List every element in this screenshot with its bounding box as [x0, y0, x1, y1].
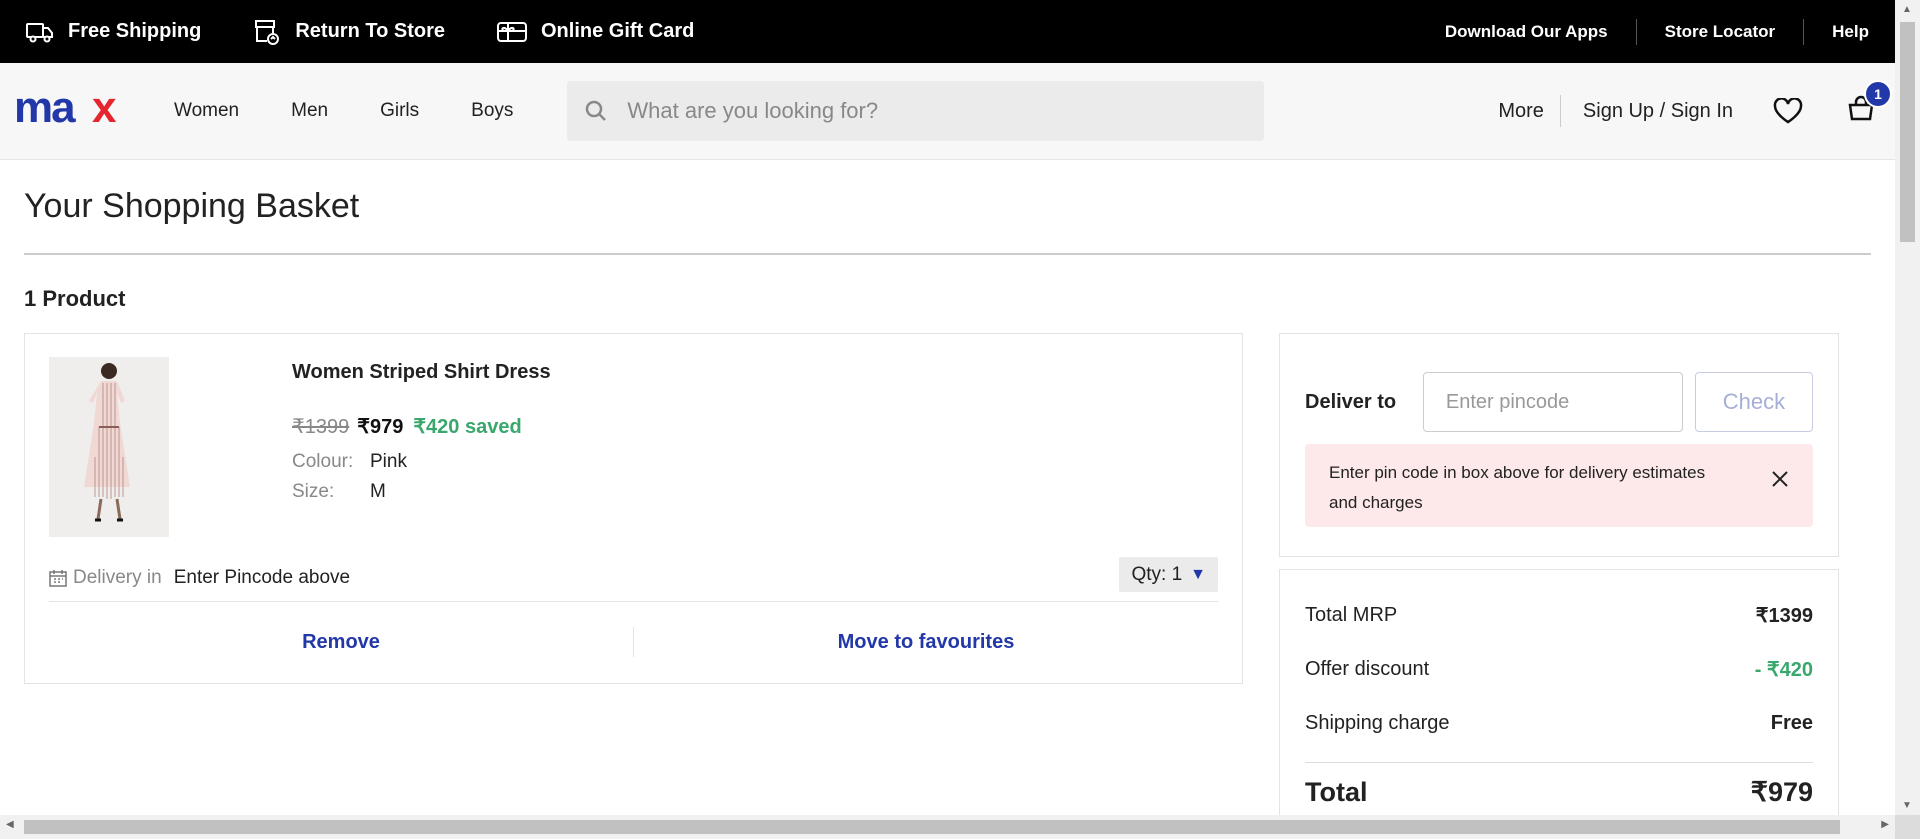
svg-text:ma: ma: [14, 92, 76, 126]
close-icon[interactable]: [1771, 470, 1789, 488]
store-locator-link[interactable]: Store Locator: [1635, 18, 1804, 45]
deliver-to-card: Deliver to Check Enter pin code in box a…: [1279, 333, 1839, 557]
selling-price: ₹979: [357, 416, 404, 438]
pincode-alert-text: Enter pin code in box above for delivery…: [1329, 463, 1706, 512]
colour-value: Pink: [370, 451, 407, 472]
vertical-scrollbar[interactable]: ▲ ▼: [1895, 0, 1920, 815]
summary-value: ₹1399: [1755, 604, 1813, 627]
product-name[interactable]: Women Striped Shirt Dress: [292, 361, 1218, 384]
calendar-icon: [49, 569, 67, 587]
item-info: Women Striped Shirt Dress ₹1399 ₹979 ₹420 …: [292, 361, 1218, 503]
utility-links: Download Our Apps Store Locator Help: [1417, 18, 1869, 45]
dropdown-arrow-icon: ▼: [1190, 565, 1206, 583]
summary-label: Total MRP: [1305, 603, 1398, 626]
scroll-up-icon[interactable]: ▲: [1902, 4, 1912, 15]
heart-icon[interactable]: [1773, 98, 1803, 124]
nav-girls[interactable]: Girls: [380, 100, 419, 122]
summary-value: Free: [1770, 711, 1813, 734]
item-actions: Remove Move to favourites: [49, 602, 1218, 682]
pincode-input[interactable]: [1422, 372, 1683, 432]
nav-boys[interactable]: Boys: [471, 100, 513, 122]
basket-layout: Women Striped Shirt Dress ₹1399 ₹979 ₹420 …: [24, 333, 1871, 815]
total-label: Total: [1305, 777, 1368, 807]
check-button[interactable]: Check: [1694, 372, 1813, 432]
download-apps-link[interactable]: Download Our Apps: [1417, 19, 1636, 45]
delivery-label: Delivery in: [73, 566, 162, 588]
order-summary-card: Total MRP ₹1399 Offer discount - ₹420 Ship…: [1279, 569, 1839, 815]
deliver-to-label: Deliver to: [1305, 390, 1397, 413]
scroll-right-icon[interactable]: ▶: [1881, 819, 1889, 830]
product-count: 1 Product: [24, 286, 126, 311]
horizontal-scroll-thumb[interactable]: [24, 820, 1840, 834]
sign-in-link[interactable]: Sign Up / Sign In: [1583, 100, 1733, 123]
summary-row-offer-discount: Offer discount - ₹420: [1305, 642, 1813, 696]
basket-item-card: Women Striped Shirt Dress ₹1399 ₹979 ₹420 …: [24, 333, 1243, 684]
search-input[interactable]: [627, 98, 1228, 124]
remove-button[interactable]: Remove: [49, 631, 633, 654]
scroll-down-icon[interactable]: ▼: [1902, 800, 1912, 811]
horizontal-scrollbar[interactable]: ◀ ▶: [0, 815, 1895, 839]
quantity-value: Qty: 1: [1131, 563, 1183, 585]
mrp-price: ₹1399: [292, 416, 350, 438]
svg-text:x: x: [92, 92, 117, 126]
cart-button[interactable]: 1: [1847, 80, 1892, 127]
main-header: ma x Women Men Girls Boys More Sign Up / Si…: [0, 63, 1895, 160]
max-logo-mark: ma x: [14, 83, 117, 132]
help-link[interactable]: Help: [1803, 18, 1869, 45]
basket-content: Your Shopping Basket 1 Product Women Str…: [0, 187, 1895, 815]
product-thumbnail[interactable]: [49, 357, 169, 537]
free-shipping-link[interactable]: Free Shipping: [26, 20, 201, 43]
checkout-sidebar: Deliver to Check Enter pin code in box a…: [1279, 333, 1839, 815]
top-utility-bar: Free Shipping Return To Store Online Gif…: [0, 0, 1895, 63]
vertical-scroll-thumb[interactable]: [1900, 22, 1915, 242]
summary-label: Offer discount: [1305, 657, 1430, 680]
cart-count-badge: 1: [1864, 80, 1892, 108]
free-shipping-label: Free Shipping: [68, 20, 202, 42]
colour-attribute: Colour: Pink: [292, 451, 1218, 473]
delivery-value: Enter Pincode above: [173, 566, 351, 588]
summary-row-total-mrp: Total MRP ₹1399: [1305, 588, 1813, 642]
return-to-store-link[interactable]: Return To Store: [253, 19, 445, 45]
scrollbar-corner: [1895, 815, 1920, 839]
size-attribute: Size: M: [292, 481, 1218, 503]
online-gift-card-link[interactable]: Online Gift Card: [496, 20, 695, 43]
total-value: ₹979: [1750, 777, 1813, 807]
colour-label: Colour:: [292, 451, 354, 472]
nav-women[interactable]: Women: [174, 100, 239, 122]
header-actions: More Sign Up / Sign In 1: [1498, 80, 1892, 127]
delivery-row: Delivery in Enter Pincode above Qty: 1 ▼: [49, 554, 1218, 602]
summary-label: Shipping charge: [1305, 711, 1450, 734]
gift-card-icon: [496, 21, 527, 42]
store-return-icon: [255, 19, 280, 45]
move-to-favourites-button[interactable]: Move to favourites: [634, 631, 1218, 654]
size-value: M: [370, 481, 386, 502]
online-gift-card-label: Online Gift Card: [540, 20, 695, 42]
size-label: Size:: [292, 481, 335, 502]
page-title: Your Shopping Basket: [24, 187, 1871, 255]
scroll-left-icon[interactable]: ◀: [6, 819, 14, 830]
max-logo[interactable]: ma x: [14, 83, 136, 132]
dress-image: [49, 357, 169, 537]
nav-men[interactable]: Men: [291, 100, 328, 122]
truck-icon: [26, 22, 53, 42]
summary-row-shipping: Shipping charge Free: [1305, 696, 1813, 750]
pincode-row: Deliver to Check: [1305, 372, 1813, 432]
summary-value: - ₹420: [1754, 658, 1813, 681]
price-line: ₹1399 ₹979 ₹420 saved: [292, 414, 1218, 439]
main-nav: Women Men Girls Boys: [174, 100, 565, 122]
return-to-store-label: Return To Store: [295, 20, 445, 42]
summary-total: Total ₹979: [1305, 762, 1813, 808]
search-bar[interactable]: [567, 81, 1265, 141]
more-menu[interactable]: More: [1498, 95, 1561, 127]
quantity-select[interactable]: Qty: 1 ▼: [1119, 557, 1218, 592]
page: Free Shipping Return To Store Online Gif…: [0, 0, 1895, 815]
search-icon: [586, 100, 607, 121]
saved-amount: ₹420 saved: [413, 416, 522, 438]
pincode-alert: Enter pin code in box above for delivery…: [1305, 444, 1813, 527]
